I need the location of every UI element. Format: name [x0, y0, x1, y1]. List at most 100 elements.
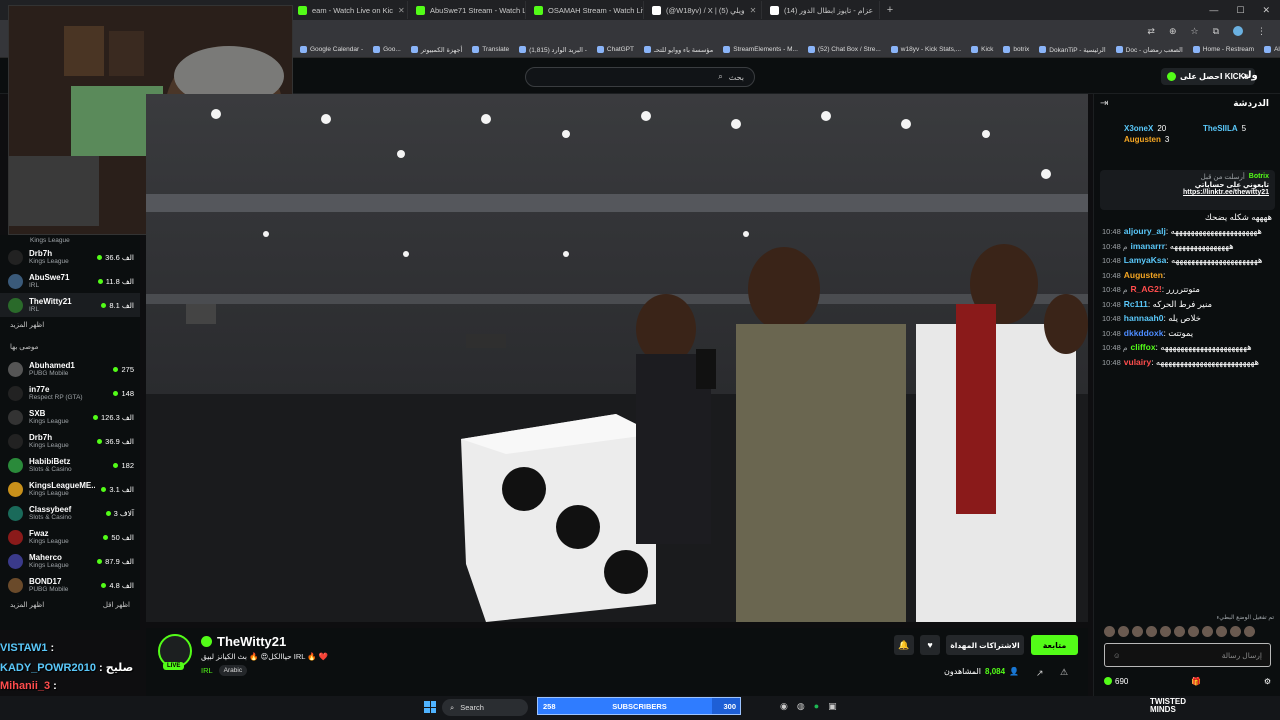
- bookmark-item[interactable]: (1,815) البريد الوارد -: [519, 46, 587, 54]
- follow-button[interactable]: متابعة: [1031, 635, 1078, 655]
- bookmark-item[interactable]: Goo...: [373, 46, 401, 53]
- subs-label: SUBSCRIBERS: [612, 701, 667, 711]
- emote-icon[interactable]: [1132, 626, 1143, 637]
- sidebar-channel[interactable]: Fwaz Kings League 50 الف: [0, 525, 140, 549]
- browser-tab[interactable]: eam - Watch Live on Kic ✕: [290, 1, 408, 19]
- close-icon[interactable]: ✕: [398, 6, 405, 15]
- gift-subs-button[interactable]: الاشتراكات المهداة: [946, 635, 1024, 655]
- leaderboard-entry[interactable]: TheSIILA 5: [1203, 124, 1274, 133]
- browser-tab[interactable]: AbuSwe71 Stream - Watch Live✕: [408, 1, 526, 19]
- site-logo[interactable]: ولد: [1242, 70, 1258, 81]
- sidebar-channel[interactable]: in77e Respect RP (GTA) 148: [0, 381, 140, 405]
- message-user[interactable]: LamyaKsa: [1124, 255, 1167, 265]
- message-user[interactable]: vulairy: [1124, 357, 1151, 367]
- message-user[interactable]: R_AG2!: [1131, 284, 1162, 294]
- sidebar-channel[interactable]: Drb7h Kings League 36.6 الف: [0, 245, 140, 269]
- emote-icon[interactable]: [1118, 626, 1129, 637]
- menu-icon[interactable]: ⋮: [1257, 26, 1266, 37]
- browser-tab[interactable]: (@W18yv) / X | (5) ويلي ✕: [644, 1, 762, 19]
- bookmark-item[interactable]: Kick: [971, 46, 993, 53]
- message-user[interactable]: aljoury_alj: [1124, 226, 1166, 236]
- bookmark-item[interactable]: w18yv - Kick Stats,...: [890, 46, 961, 53]
- leaderboard-entry[interactable]: X3oneX 20: [1124, 124, 1195, 133]
- language-tag[interactable]: Arabic: [218, 665, 248, 676]
- pinned-link[interactable]: https://linktr.ee/thewitty21: [1106, 189, 1269, 196]
- sidebar-channel[interactable]: Drb7h Kings League 36.9 الف: [0, 429, 140, 453]
- browser-tab[interactable]: (14) عزام - تايوز ابطال الدور✕: [762, 1, 880, 19]
- emote-icon[interactable]: [1104, 626, 1115, 637]
- report-icon[interactable]: ⚠: [1060, 667, 1068, 678]
- emote-icon[interactable]: [1174, 626, 1185, 637]
- bookmark-item[interactable]: أجهزة الكمبيوتر: [410, 46, 462, 54]
- message-user[interactable]: Augusten: [1124, 270, 1163, 280]
- notification-bell-button[interactable]: 🔔: [894, 635, 914, 655]
- emote-icon[interactable]: [1160, 626, 1171, 637]
- category-link[interactable]: IRL: [201, 666, 213, 675]
- show-less-link[interactable]: اظهر اقل: [103, 601, 130, 609]
- bookmark-item[interactable]: Translate: [472, 46, 509, 53]
- emote-icon[interactable]: [1230, 626, 1241, 637]
- close-icon[interactable]: ✕: [750, 6, 757, 15]
- bookmark-star-icon[interactable]: ☆: [1190, 26, 1198, 37]
- sidebar-channel[interactable]: HabibiBetz Slots & Casino 182: [0, 453, 140, 477]
- bookmark-item[interactable]: Home - Restream: [1192, 46, 1254, 53]
- sidebar-channel[interactable]: KingsLeagueME... Kings League 3.1 الف: [0, 477, 140, 501]
- message-user[interactable]: dkkddoxk: [1124, 328, 1164, 338]
- share-icon[interactable]: ↗: [1036, 668, 1044, 679]
- extension-icon[interactable]: ⧉: [1213, 26, 1219, 37]
- zoom-icon[interactable]: ⊕: [1169, 26, 1177, 37]
- taskbar-search[interactable]: ⌕ Search: [442, 699, 528, 716]
- minimize-icon[interactable]: —: [1209, 5, 1218, 16]
- sidebar-channel[interactable]: SXB Kings League 126.3 الف: [0, 405, 140, 429]
- browser-tab[interactable]: OSAMAH Stream - Watch Live✕: [526, 1, 644, 19]
- gift-icon[interactable]: 🎁: [1191, 677, 1201, 686]
- maximize-icon[interactable]: ☐: [1236, 5, 1244, 16]
- get-kicks-button[interactable]: احصل على KICKs: [1161, 68, 1255, 85]
- message-user[interactable]: cliffox: [1131, 342, 1156, 352]
- emote-icon[interactable]: [1244, 626, 1255, 637]
- show-more-link[interactable]: اظهر المزيد: [0, 317, 140, 333]
- discord-icon[interactable]: ◍: [797, 701, 805, 712]
- channel-name[interactable]: TheWitty21: [201, 634, 286, 649]
- new-tab-button[interactable]: +: [880, 4, 900, 16]
- bookmark-item[interactable]: botrix: [1003, 46, 1029, 53]
- app-icon[interactable]: ▣: [828, 701, 837, 712]
- sidebar-channel[interactable]: Abuhamed1 PUBG Mobile 275: [0, 357, 140, 381]
- windows-start-icon[interactable]: [424, 701, 436, 713]
- sidebar-channel[interactable]: BOND17 PUBG Mobile 4.8 الف: [0, 573, 140, 597]
- show-more-link-2[interactable]: اظهر المزيد: [10, 601, 44, 609]
- bookmark-item[interactable]: مؤسسة باء ووايو للتحـ: [643, 46, 713, 54]
- bookmark-item[interactable]: StreamElements - M...: [723, 46, 798, 53]
- profile-icon[interactable]: [1233, 26, 1243, 36]
- app-icon[interactable]: ◉: [780, 701, 788, 712]
- spotify-icon[interactable]: ●: [814, 701, 819, 712]
- message-user[interactable]: Rc111: [1124, 299, 1148, 309]
- sidebar-channel[interactable]: TheWitty21 IRL 8.1 الف: [0, 293, 140, 317]
- bookmark-item[interactable]: (52) Chat Box / Stre...: [807, 46, 881, 53]
- sidebar-channel[interactable]: AbuSwe71 IRL 11.8 الف: [0, 269, 140, 293]
- emoji-icon[interactable]: ☺: [1113, 651, 1121, 660]
- bookmark-item[interactable]: Doc - الصعب رمضان: [1115, 46, 1183, 54]
- chat-input[interactable]: ☺ إرسال رسالة: [1104, 643, 1271, 667]
- bookmark-icon: [300, 46, 307, 53]
- translate-icon[interactable]: ⇄: [1147, 26, 1155, 37]
- bookmark-item[interactable]: DokanTiP - الرئيسية: [1039, 46, 1106, 54]
- search-input[interactable]: بحث ⌕: [525, 67, 755, 87]
- points-display[interactable]: 690: [1104, 677, 1128, 686]
- emote-icon[interactable]: [1146, 626, 1157, 637]
- leaderboard-entry[interactable]: Augusten 3: [1124, 135, 1195, 144]
- bookmark-item[interactable]: ChatGPT: [596, 46, 634, 53]
- emote-icon[interactable]: [1216, 626, 1227, 637]
- sidebar-channel[interactable]: Classybeef Slots & Casino 3 آلاف: [0, 501, 140, 525]
- video-player[interactable]: [146, 94, 1088, 622]
- favorite-button[interactable]: ♥: [920, 635, 940, 655]
- bookmark-item[interactable]: All Bookmarks: [1264, 46, 1280, 53]
- bookmark-item[interactable]: Google Calendar -: [300, 46, 363, 53]
- settings-icon[interactable]: ⚙: [1264, 677, 1271, 686]
- message-user[interactable]: hannaah0: [1124, 313, 1164, 323]
- close-icon[interactable]: ✕: [1262, 5, 1270, 16]
- emote-icon[interactable]: [1188, 626, 1199, 637]
- message-user[interactable]: imanarrr: [1131, 241, 1166, 251]
- sidebar-channel[interactable]: Maherco Kings League 87.9 الف: [0, 549, 140, 573]
- emote-icon[interactable]: [1202, 626, 1213, 637]
